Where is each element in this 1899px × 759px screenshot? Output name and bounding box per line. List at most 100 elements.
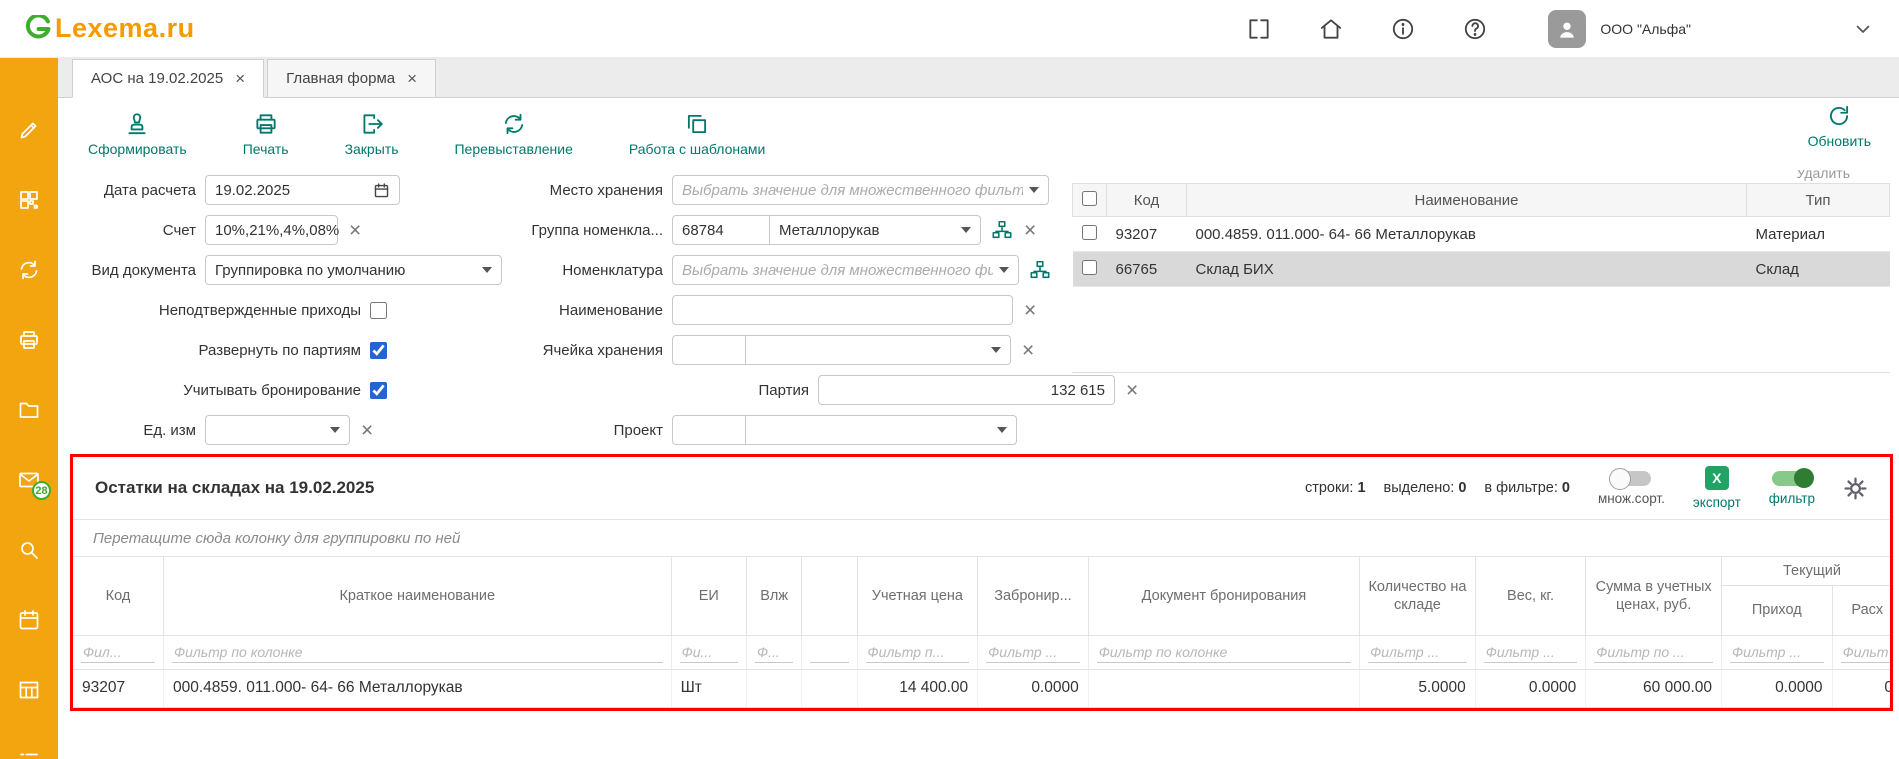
nomen-group-code-input[interactable]: 68784	[672, 215, 769, 245]
row-checkbox[interactable]	[1082, 260, 1097, 275]
column-header[interactable]: Приход	[1722, 585, 1833, 635]
doctype-select[interactable]: Группировка по умолчанию	[205, 255, 502, 285]
refresh-button[interactable]: Обновить	[1808, 103, 1871, 149]
storage-cell-select[interactable]	[745, 335, 1011, 365]
qr-grid-icon[interactable]	[17, 188, 41, 212]
column-header[interactable]: Учетная цена	[857, 557, 978, 635]
print-icon[interactable]	[17, 328, 41, 352]
lookup-row[interactable]: 93207 000.4859. 011.000- 64- 66 Металлор…	[1073, 217, 1890, 252]
row-checkbox[interactable]	[1082, 225, 1097, 240]
gear-icon[interactable]	[1843, 476, 1868, 501]
clear-icon[interactable]	[1024, 300, 1036, 321]
project-select[interactable]	[745, 415, 1017, 445]
column-header[interactable]: Расх	[1832, 585, 1890, 635]
clear-icon[interactable]	[1024, 220, 1036, 241]
unit-select[interactable]	[205, 415, 350, 445]
column-header[interactable]: Вес, кг.	[1475, 557, 1586, 635]
calendar-icon[interactable]	[17, 608, 41, 632]
storage-cell-code-input[interactable]	[672, 335, 745, 365]
generate-button[interactable]: Сформировать	[88, 111, 187, 157]
nomen-group-select[interactable]: Металлорукав	[769, 215, 981, 245]
info-icon[interactable]	[1390, 16, 1416, 42]
column-filter-input[interactable]	[680, 642, 738, 663]
column-filter-input[interactable]	[81, 642, 155, 663]
column-filter-input[interactable]	[1730, 642, 1824, 663]
column-header[interactable]: ЕИ	[671, 557, 746, 635]
column-filter-input[interactable]	[986, 642, 1080, 663]
search-icon[interactable]	[17, 538, 41, 562]
clear-icon[interactable]	[349, 220, 361, 241]
column-header[interactable]	[802, 557, 857, 635]
account-input[interactable]: 10%,21%,4%,08%	[205, 215, 338, 245]
table-icon[interactable]	[17, 678, 41, 702]
folder-icon[interactable]	[17, 398, 41, 422]
print-button[interactable]: Печать	[243, 111, 289, 157]
column-filter-input[interactable]	[1841, 642, 1890, 663]
column-header[interactable]: Количество на складе	[1360, 557, 1476, 635]
group-drop-zone[interactable]: Перетащите сюда колонку для группировки …	[73, 519, 1890, 557]
column-header[interactable]: Сумма в учетных ценах, руб.	[1586, 557, 1722, 635]
doctype-label: Вид документа	[70, 262, 205, 279]
column-filter-input[interactable]	[1097, 642, 1351, 663]
select-all-checkbox[interactable]	[1082, 191, 1097, 206]
chevron-down-icon[interactable]	[1851, 17, 1875, 41]
column-header[interactable]: Краткое наименование	[163, 557, 671, 635]
clear-icon[interactable]	[1126, 380, 1138, 401]
calendar-icon[interactable]	[373, 182, 390, 199]
tab-aos[interactable]: АОС на 19.02.2025	[72, 59, 264, 98]
delete-button[interactable]: Удалить	[1797, 170, 1850, 181]
close-button[interactable]: Закрыть	[345, 111, 399, 157]
logo[interactable]: Lexema.ru	[24, 13, 195, 44]
tree-icon[interactable]	[991, 219, 1013, 241]
reissue-label: Перевыставление	[454, 141, 572, 157]
column-filter-input[interactable]	[172, 642, 663, 663]
workspace-switch-icon[interactable]	[1246, 16, 1272, 42]
column-header[interactable]: Влж	[746, 557, 801, 635]
lookup-col-name[interactable]: Наименование	[1187, 184, 1747, 217]
batch-input[interactable]: 132 615	[818, 375, 1115, 405]
lookup-col-type[interactable]: Тип	[1747, 184, 1890, 217]
chevron-down-icon	[999, 267, 1009, 273]
clear-icon[interactable]	[361, 420, 373, 441]
checklist-icon[interactable]	[17, 748, 41, 759]
expand-batches-checkbox[interactable]	[370, 342, 387, 359]
help-icon[interactable]	[1462, 16, 1488, 42]
column-filter-input[interactable]	[1484, 642, 1578, 663]
multisort-toggle[interactable]	[1611, 471, 1651, 486]
lookup-row[interactable]: 66765 Склад БИХ Склад	[1073, 252, 1890, 287]
column-filter-input[interactable]	[810, 642, 848, 663]
lookup-col-code[interactable]: Код	[1107, 184, 1187, 217]
avatar[interactable]	[1548, 10, 1586, 48]
templates-button[interactable]: Работа с шаблонами	[629, 111, 765, 157]
column-filter-input[interactable]	[755, 642, 793, 663]
column-header[interactable]: Код	[73, 557, 163, 635]
tab-close-icon[interactable]	[235, 70, 245, 87]
reissue-button[interactable]: Перевыставление	[454, 111, 572, 157]
column-header[interactable]: Забронир...	[978, 557, 1089, 635]
storage-multiselect[interactable]: Выбрать значение для множественного филь…	[672, 175, 1049, 205]
column-header[interactable]: Документ бронирования	[1088, 557, 1359, 635]
excel-export-icon[interactable]: X	[1705, 466, 1729, 490]
date-value: 19.02.2025	[215, 182, 290, 199]
stat-rows-value: 1	[1357, 480, 1365, 496]
name-input[interactable]	[672, 295, 1013, 325]
unconfirmed-checkbox[interactable]	[370, 302, 387, 319]
booking-checkbox[interactable]	[370, 382, 387, 399]
cell-expense: 0	[1832, 669, 1890, 707]
tab-main-form[interactable]: Главная форма	[267, 59, 436, 98]
tree-icon[interactable]	[1029, 259, 1051, 281]
date-input[interactable]: 19.02.2025	[205, 175, 400, 205]
column-filter-input[interactable]	[866, 642, 970, 663]
stock-row[interactable]: 93207 000.4859. 011.000- 64- 66 Металлор…	[73, 669, 1890, 707]
column-filter-input[interactable]	[1368, 642, 1467, 663]
tab-close-icon[interactable]	[407, 70, 417, 87]
filter-toggle[interactable]	[1772, 471, 1812, 486]
sync-icon[interactable]	[17, 258, 41, 282]
nomenclature-multiselect[interactable]: Выбрать значение для множественного филь…	[672, 255, 1019, 285]
home-icon[interactable]	[1318, 16, 1344, 42]
project-code-input[interactable]	[672, 415, 745, 445]
edit-icon[interactable]	[17, 118, 41, 142]
mail-icon[interactable]: 28	[17, 468, 41, 492]
column-filter-input[interactable]	[1594, 642, 1713, 663]
clear-icon[interactable]	[1022, 340, 1034, 361]
